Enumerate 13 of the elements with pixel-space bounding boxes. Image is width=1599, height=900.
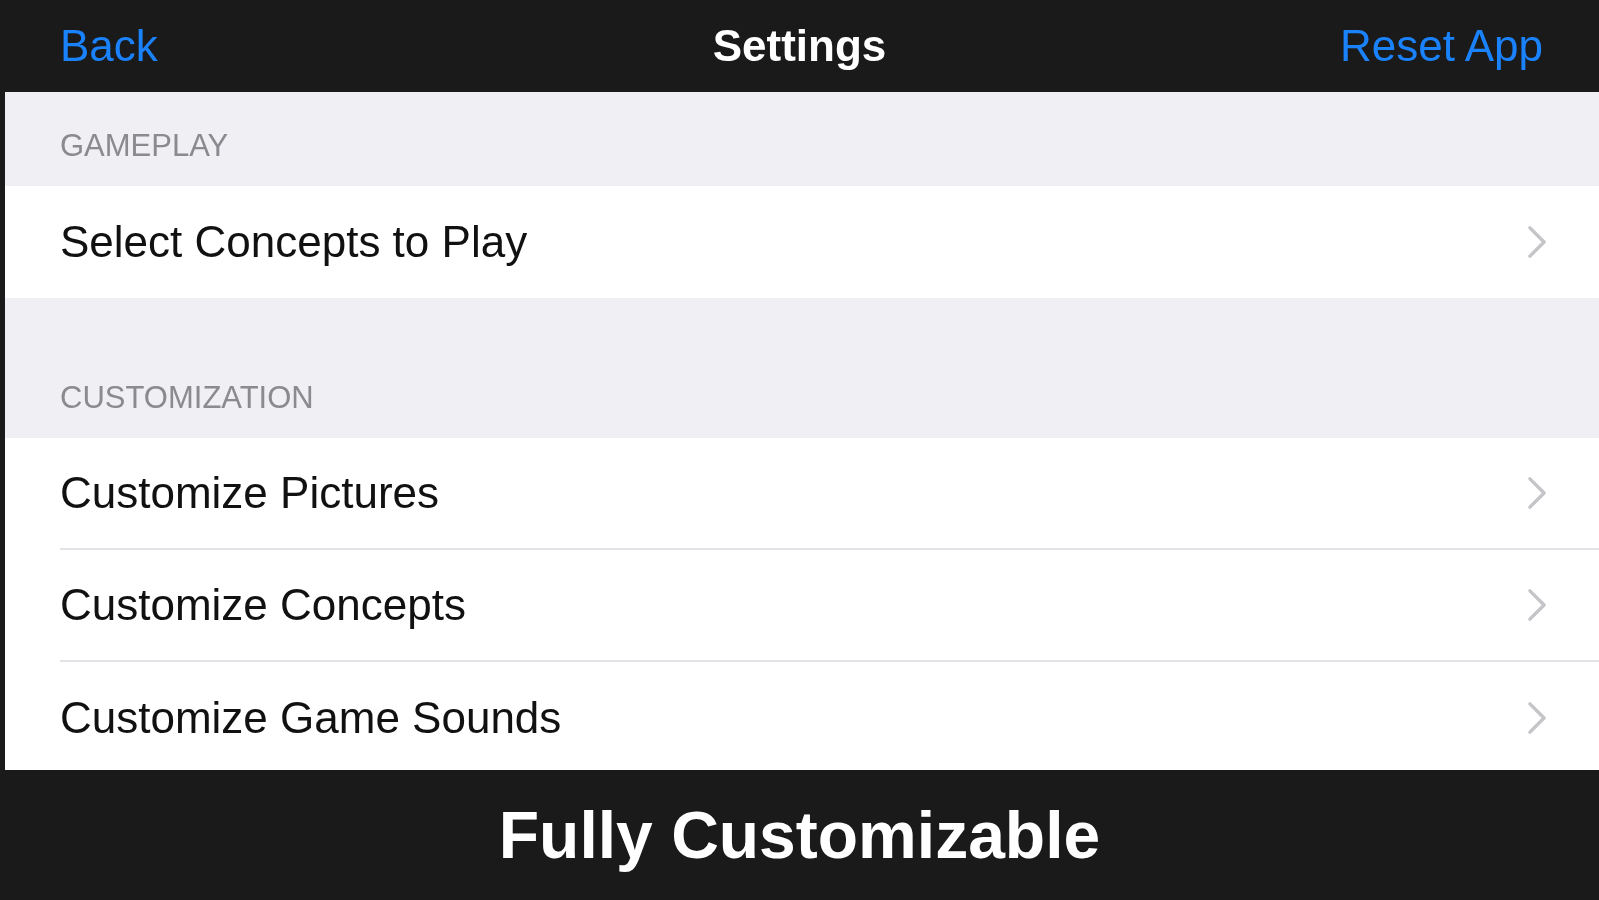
chevron-icon	[1527, 225, 1547, 259]
caption-text: Fully Customizable	[498, 797, 1101, 873]
chevron-icon	[1527, 588, 1547, 622]
back-button[interactable]: Back	[60, 21, 158, 71]
chevron-icon	[1527, 701, 1547, 735]
chevron-icon	[1527, 476, 1547, 510]
screen-title: Settings	[712, 21, 887, 71]
section-header: CUSTOMIZATION	[60, 380, 314, 416]
settings-row[interactable]: Customize Concepts	[60, 550, 1599, 662]
settings-row[interactable]: Customize Game Sounds	[60, 662, 1599, 770]
settings-row[interactable]: Customize Pictures	[60, 438, 1599, 550]
section-header: GAMEPLAY	[60, 128, 229, 164]
reset-app-button[interactable]: Reset App	[1339, 21, 1543, 71]
